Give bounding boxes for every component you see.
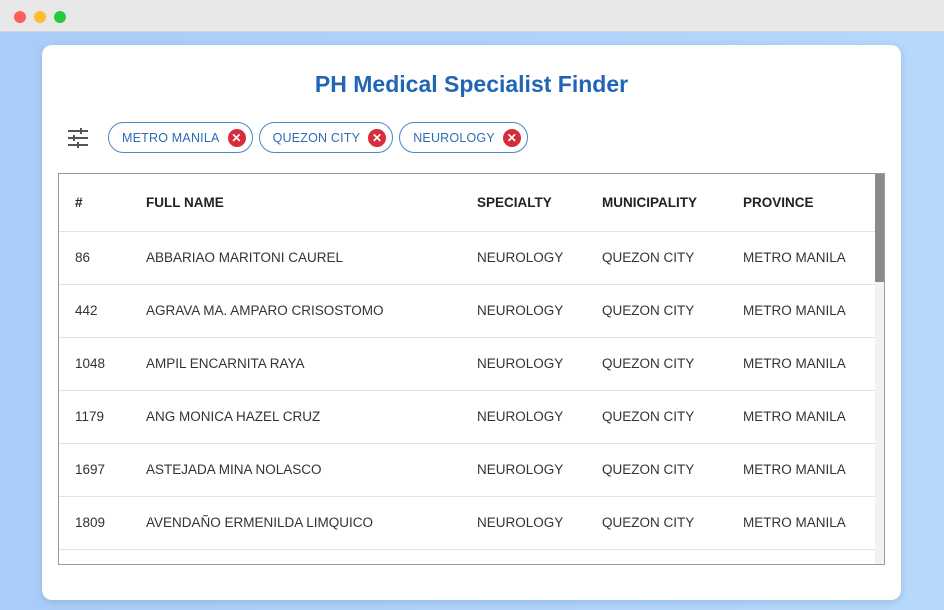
cell-province: METRO MANILA xyxy=(743,443,876,497)
column-header-municipality[interactable]: MUNICIPALITY xyxy=(602,174,743,232)
remove-chip-icon[interactable]: ✕ xyxy=(227,128,246,147)
table-row[interactable]: 1697 ASTEJADA MINA NOLASCO NEUROLOGY QUE… xyxy=(59,443,876,497)
cell-number: 86 xyxy=(59,231,146,285)
table-row[interactable]: 1179 ANG MONICA HAZEL CRUZ NEUROLOGY QUE… xyxy=(59,390,876,444)
column-header-full-name[interactable]: FULL NAME xyxy=(146,174,477,232)
cell-specialty: NEUROLOGY xyxy=(477,390,602,444)
column-header-specialty[interactable]: SPECIALTY xyxy=(477,174,602,232)
column-header-number[interactable]: # xyxy=(59,174,146,232)
results-table-container: # FULL NAME SPECIALTY MUNICIPALITY PROVI… xyxy=(58,173,885,565)
cell-full-name: ABBARIAO MARITONI CAUREL xyxy=(146,231,477,285)
cell-specialty: NEUROLOGY xyxy=(477,443,602,497)
maximize-window-button[interactable] xyxy=(54,11,66,23)
minimize-window-button[interactable] xyxy=(34,11,46,23)
cell-municipality: QUEZON CITY xyxy=(602,284,743,338)
table-row[interactable]: 86 ABBARIAO MARITONI CAUREL NEUROLOGY QU… xyxy=(59,231,876,285)
cell-number: 1179 xyxy=(59,390,146,444)
cell-province: METRO MANILA xyxy=(743,390,876,444)
cell-full-name: ANG MONICA HAZEL CRUZ xyxy=(146,390,477,444)
cell-province: METRO MANILA xyxy=(743,496,876,550)
remove-chip-icon[interactable]: ✕ xyxy=(502,128,521,147)
main-card: PH Medical Specialist Finder METRO MANIL… xyxy=(42,45,901,600)
page-title: PH Medical Specialist Finder xyxy=(314,71,629,97)
table-scrollbar-thumb[interactable] xyxy=(875,174,884,282)
chip-label: QUEZON CITY xyxy=(272,130,361,145)
cell-full-name: AGRAVA MA. AMPARO CRISOSTOMO xyxy=(146,284,477,338)
cell-municipality: QUEZON CITY xyxy=(602,231,743,285)
table-scrollbar[interactable] xyxy=(875,174,884,564)
filter-chips: METRO MANILA ✕ QUEZON CITY ✕ NEUROLOGY ✕ xyxy=(108,122,528,153)
filter-sliders-icon[interactable] xyxy=(66,127,90,149)
cell-number: 1809 xyxy=(59,496,146,550)
filter-chip-metro-manila[interactable]: METRO MANILA ✕ xyxy=(108,122,253,153)
cell-specialty xyxy=(477,549,602,564)
table-row[interactable]: 442 AGRAVA MA. AMPARO CRISOSTOMO NEUROLO… xyxy=(59,284,876,338)
cell-number: 1048 xyxy=(59,337,146,391)
cell-specialty: NEUROLOGY xyxy=(477,337,602,391)
cell-municipality: QUEZON CITY xyxy=(602,337,743,391)
cell-specialty: NEUROLOGY xyxy=(477,496,602,550)
cell-province: METRO MANILA xyxy=(743,337,876,391)
cell-full-name: ASTEJADA MINA NOLASCO xyxy=(146,443,477,497)
cell-municipality: QUEZON CITY xyxy=(602,496,743,550)
cell-municipality xyxy=(602,549,743,564)
cell-province: METRO MANILA xyxy=(743,231,876,285)
table-row[interactable] xyxy=(59,549,876,564)
table-row[interactable]: 1048 AMPIL ENCARNITA RAYA NEUROLOGY QUEZ… xyxy=(59,337,876,391)
cell-number: 1697 xyxy=(59,443,146,497)
cell-province xyxy=(743,549,876,564)
cell-full-name: AMPIL ENCARNITA RAYA xyxy=(146,337,477,391)
remove-chip-icon[interactable]: ✕ xyxy=(368,128,387,147)
table-row[interactable]: 1809 AVENDAÑO ERMENILDA LIMQUICO NEUROLO… xyxy=(59,496,876,550)
results-table: # FULL NAME SPECIALTY MUNICIPALITY PROVI… xyxy=(59,174,876,564)
close-window-button[interactable] xyxy=(14,11,26,23)
chip-label: NEUROLOGY xyxy=(413,130,495,145)
filter-chip-quezon-city[interactable]: QUEZON CITY ✕ xyxy=(258,122,394,153)
cell-number xyxy=(59,549,146,564)
cell-province: METRO MANILA xyxy=(743,284,876,338)
window-titlebar xyxy=(0,0,944,32)
cell-specialty: NEUROLOGY xyxy=(477,284,602,338)
cell-specialty: NEUROLOGY xyxy=(477,231,602,285)
cell-full-name xyxy=(146,549,477,564)
table-header-row: # FULL NAME SPECIALTY MUNICIPALITY PROVI… xyxy=(59,174,876,232)
cell-municipality: QUEZON CITY xyxy=(602,390,743,444)
cell-number: 442 xyxy=(59,284,146,338)
filter-chip-neurology[interactable]: NEUROLOGY ✕ xyxy=(399,122,528,153)
chip-label: METRO MANILA xyxy=(122,130,220,145)
cell-municipality: QUEZON CITY xyxy=(602,443,743,497)
cell-full-name: AVENDAÑO ERMENILDA LIMQUICO xyxy=(146,496,477,550)
column-header-province[interactable]: PROVINCE xyxy=(743,174,876,232)
